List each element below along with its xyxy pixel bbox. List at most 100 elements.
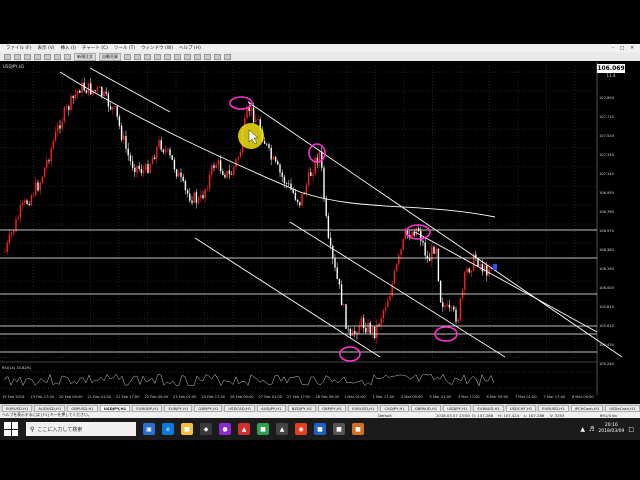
tile-windows-icon[interactable] — [174, 53, 181, 60]
taskbar-search-input[interactable]: ⚲ ここに入力して検索 — [26, 422, 136, 436]
chrome-icon[interactable]: ◉ — [295, 423, 307, 435]
zoom-in-icon[interactable] — [154, 53, 161, 60]
price-tick-label: 107.140 — [599, 172, 614, 176]
close-icon[interactable]: ✕ — [630, 46, 634, 51]
candle-body — [442, 302, 444, 308]
candle-body — [178, 172, 180, 177]
candle-body — [136, 165, 138, 173]
chart-tab[interactable]: EURAUD,H1 — [473, 404, 504, 412]
chart-tab[interactable]: AUDUSD,H1 — [34, 404, 66, 412]
network-icon[interactable]: ▲ — [580, 426, 585, 433]
volume-icon[interactable]: ♬ — [589, 426, 594, 433]
task-view-icon[interactable]: ▣ — [143, 423, 155, 435]
menu-view[interactable]: 表示 (V) — [38, 45, 55, 51]
chart-tab[interactable]: NZDJPY,H1 — [287, 404, 317, 412]
chart-tab[interactable]: USDxCash,H1 — [605, 404, 640, 412]
chart-tab[interactable]: USDCHF,H1 — [505, 404, 537, 412]
candle-body — [134, 167, 136, 173]
candle-body — [74, 94, 77, 99]
app-icon-2[interactable]: ▲ — [238, 423, 250, 435]
price-chart[interactable] — [0, 62, 640, 404]
chart-tab[interactable]: EURUSD,H1 — [348, 404, 379, 412]
app-icon-1[interactable]: ● — [219, 423, 231, 435]
candle-body — [354, 331, 356, 334]
line-chart-icon[interactable] — [144, 53, 151, 60]
chart-tab[interactable]: AUDJPY,H1 — [257, 404, 286, 412]
tester-icon[interactable] — [64, 53, 71, 60]
candle-body — [230, 174, 233, 175]
autoscroll-icon[interactable] — [184, 53, 191, 60]
maximize-icon[interactable]: □ — [620, 46, 624, 51]
candle-body — [453, 306, 455, 310]
candle-body — [250, 107, 253, 112]
app-icon-6[interactable]: ■ — [352, 423, 364, 435]
price-tick-label: 106.570 — [599, 229, 614, 233]
periods-icon[interactable] — [214, 53, 221, 60]
chart-tab[interactable]: GBPAUD,H1 — [410, 404, 442, 412]
templates-icon[interactable] — [224, 53, 231, 60]
chart-tab[interactable]: USDJPY,H1 — [443, 404, 472, 412]
candle-body — [274, 156, 277, 162]
candle-body — [149, 164, 151, 173]
app-icon-4[interactable]: ■ — [314, 423, 326, 435]
menu-help[interactable]: ヘルプ (H) — [179, 45, 201, 51]
bar-chart-icon[interactable] — [124, 53, 131, 60]
app-icon-5[interactable]: ■ — [333, 423, 345, 435]
menu-window[interactable]: ウィンドウ (W) — [141, 45, 173, 51]
candle-body — [215, 164, 217, 169]
auto-trade-button[interactable]: 自動売買 — [99, 52, 121, 61]
terminal-icon[interactable] — [54, 53, 61, 60]
zoom-out-icon[interactable] — [164, 53, 171, 60]
data-window-icon[interactable] — [34, 53, 41, 60]
profiles-icon[interactable] — [14, 53, 21, 60]
mt4-icon[interactable]: ▲ — [276, 423, 288, 435]
notification-icon[interactable]: □ — [628, 426, 634, 433]
time-tick-label: 27 Feb 01:00 — [258, 395, 283, 399]
price-tick-label: 105.240 — [599, 362, 614, 366]
chart-tab[interactable]: GBPJPY,H1 — [318, 404, 347, 412]
candle-body — [486, 265, 488, 276]
chart-tab[interactable]: USDJPY,H1 — [99, 404, 131, 412]
menu-file[interactable]: ファイル (F) — [6, 45, 32, 51]
candle-body — [160, 140, 162, 150]
chart-tab[interactable]: JPCHCash,H1 — [570, 404, 604, 412]
candle-body — [362, 317, 365, 329]
folder-icon[interactable]: ■ — [181, 423, 193, 435]
candle-body — [327, 216, 330, 238]
taskbar-clock[interactable]: 20:16 2018/03/09 — [598, 423, 624, 435]
market-watch-icon[interactable] — [24, 53, 31, 60]
system-tray: ▲ ♬ 20:16 2018/03/09 □ — [580, 423, 640, 435]
chart-shift-icon[interactable] — [194, 53, 201, 60]
new-chart-icon[interactable] — [4, 53, 11, 60]
chart-tab[interactable]: EURUSD,H1 — [538, 404, 569, 412]
chart-tab[interactable]: GBPJPY,H1 — [194, 404, 223, 412]
windows-start-icon[interactable] — [4, 422, 18, 436]
indicators-icon[interactable] — [204, 53, 211, 60]
chart-tab[interactable]: EURJPY,H1 — [164, 404, 193, 412]
chart-area[interactable] — [0, 62, 640, 404]
candle-body — [164, 150, 167, 153]
time-tick-label: 1 Mar 17:00 — [372, 395, 395, 399]
candle-body — [413, 231, 415, 236]
candle-chart-icon[interactable] — [134, 53, 141, 60]
chart-tab[interactable]: EURUSD,H1 — [2, 404, 33, 412]
status-connection: 691/4 kb — [600, 412, 617, 418]
chart-tab[interactable]: USDCAD,H1 — [224, 404, 256, 412]
candle-body — [112, 107, 114, 110]
candle-body — [367, 322, 369, 333]
candle-body — [338, 278, 341, 285]
chart-tab[interactable]: CADJPY,H1 — [380, 404, 409, 412]
menu-chart[interactable]: チャート (C) — [82, 45, 108, 51]
menu-insert[interactable]: 挿入 (I) — [61, 45, 76, 51]
minimize-icon[interactable]: – — [612, 46, 614, 51]
chart-tab[interactable]: GBPUSD,H1 — [67, 404, 98, 412]
edge-icon[interactable]: e — [162, 423, 174, 435]
menu-tools[interactable]: ツール (T) — [114, 45, 135, 51]
new-order-button[interactable]: 新規注文 — [74, 52, 96, 61]
time-tick-label: 23 Feb 17:00 — [201, 395, 226, 399]
navigator-icon[interactable] — [44, 53, 51, 60]
store-icon[interactable]: ◆ — [200, 423, 212, 435]
chart-symbol-label: USDJPY,H1 — [3, 64, 25, 69]
chart-tab[interactable]: EURGBP,H1 — [132, 404, 163, 412]
app-icon-3[interactable]: ■ — [257, 423, 269, 435]
